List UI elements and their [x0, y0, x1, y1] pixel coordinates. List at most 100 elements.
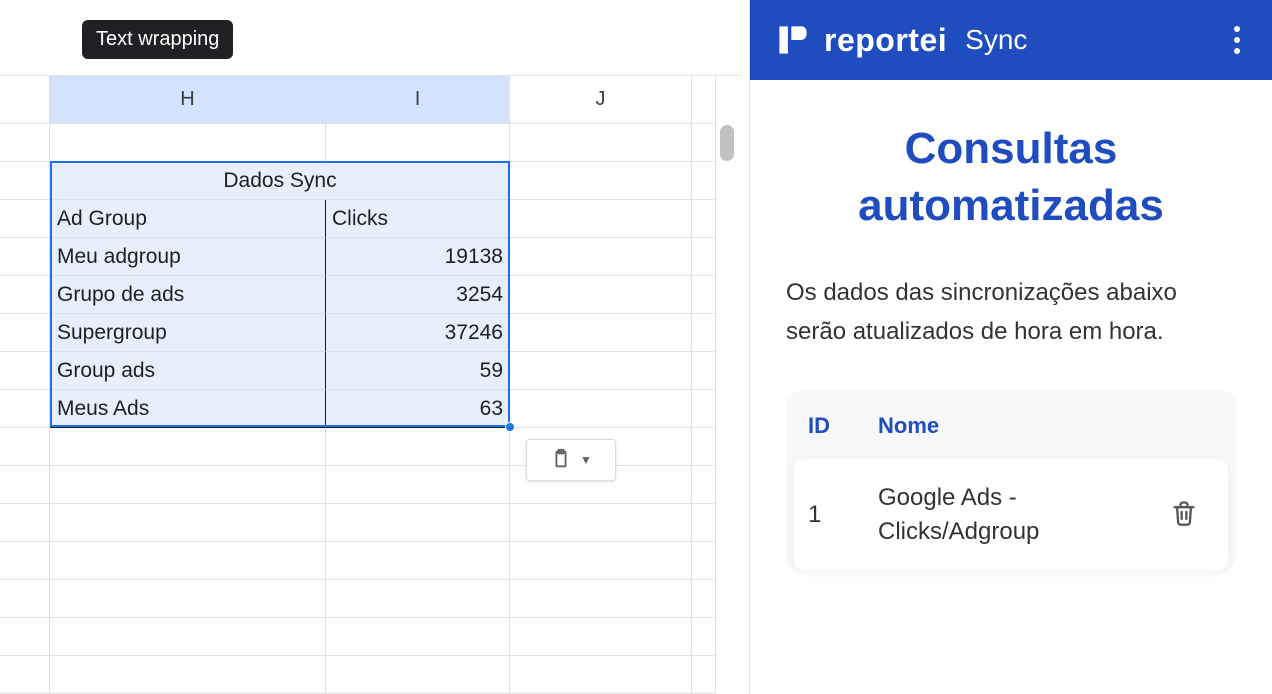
cell[interactable]	[50, 618, 326, 656]
chevron-down-icon: ▼	[580, 453, 592, 467]
cell[interactable]	[326, 466, 510, 504]
cell[interactable]	[692, 428, 716, 466]
query-row[interactable]: 1 Google Ads - Clicks/Adgroup	[794, 459, 1228, 570]
cell[interactable]	[50, 124, 326, 162]
cell-value[interactable]: 37246	[326, 314, 510, 352]
cell[interactable]	[326, 428, 510, 466]
cell[interactable]	[510, 656, 692, 694]
cell[interactable]	[692, 200, 716, 238]
query-id: 1	[808, 501, 878, 529]
brand-name: reportei	[824, 22, 947, 59]
header-adgroup[interactable]: Ad Group	[50, 200, 326, 238]
cell[interactable]	[510, 542, 692, 580]
cell[interactable]	[510, 162, 692, 200]
cell-label[interactable]: Grupo de ads	[50, 276, 326, 314]
cell[interactable]	[692, 314, 716, 352]
query-name: Google Ads - Clicks/Adgroup	[878, 481, 1154, 548]
cell[interactable]	[692, 504, 716, 542]
cell-label[interactable]: Group ads	[50, 352, 326, 390]
cell[interactable]	[692, 390, 716, 428]
cell[interactable]	[510, 352, 692, 390]
brand-sub: Sync	[965, 24, 1027, 56]
row-header[interactable]	[0, 276, 50, 314]
row-header[interactable]	[0, 428, 50, 466]
cell[interactable]	[510, 580, 692, 618]
column-header-h[interactable]: H	[50, 76, 326, 124]
row-header[interactable]	[0, 390, 50, 428]
row-header[interactable]	[0, 504, 50, 542]
cell[interactable]	[510, 618, 692, 656]
vertical-scrollbar[interactable]	[720, 125, 734, 161]
row-header[interactable]	[0, 466, 50, 504]
delete-query-button[interactable]	[1154, 499, 1214, 530]
cell[interactable]	[692, 238, 716, 276]
row-header[interactable]	[0, 352, 50, 390]
cell[interactable]	[510, 314, 692, 352]
cell[interactable]	[326, 618, 510, 656]
cell-label[interactable]: Meus Ads	[50, 390, 326, 428]
cell[interactable]	[510, 504, 692, 542]
cell[interactable]	[326, 580, 510, 618]
query-list: ID Nome 1 Google Ads - Clicks/Adgroup	[786, 391, 1236, 570]
cell-value[interactable]: 3254	[326, 276, 510, 314]
cell[interactable]	[50, 580, 326, 618]
panel-description: Os dados das sincronizações abaixo serão…	[786, 274, 1236, 351]
menu-dots-icon[interactable]	[1228, 20, 1246, 60]
cell[interactable]	[510, 390, 692, 428]
header-clicks[interactable]: Clicks	[326, 200, 510, 238]
row-header[interactable]	[0, 162, 50, 200]
row-header[interactable]	[0, 314, 50, 352]
sheet-grid[interactable]: Dados Sync Ad Group Clicks Meu adgroup 1…	[0, 124, 740, 694]
cell[interactable]	[50, 542, 326, 580]
cell[interactable]	[50, 428, 326, 466]
cell[interactable]	[510, 238, 692, 276]
query-head-id: ID	[808, 413, 878, 439]
row-header[interactable]	[0, 580, 50, 618]
cell[interactable]	[692, 542, 716, 580]
panel-header: reportei Sync	[750, 0, 1272, 80]
panel-title: Consultas automatizadas	[786, 120, 1236, 234]
cell-value[interactable]: 19138	[326, 238, 510, 276]
cell[interactable]	[50, 466, 326, 504]
cell[interactable]	[692, 656, 716, 694]
cell[interactable]	[326, 542, 510, 580]
reportei-panel: reportei Sync Consultas automatizadas Os…	[749, 0, 1272, 694]
cell-label[interactable]: Supergroup	[50, 314, 326, 352]
logo-mark-icon	[776, 20, 810, 60]
cell[interactable]	[692, 466, 716, 504]
cell-value[interactable]: 63	[326, 390, 510, 428]
cell[interactable]	[510, 276, 692, 314]
merged-title-cell[interactable]: Dados Sync	[50, 162, 510, 200]
cell[interactable]	[510, 124, 692, 162]
query-head: ID Nome	[786, 391, 1236, 459]
cell[interactable]	[326, 124, 510, 162]
cell[interactable]	[510, 200, 692, 238]
logo: reportei Sync	[776, 20, 1027, 60]
cell[interactable]	[50, 504, 326, 542]
column-header-j[interactable]: J	[510, 76, 692, 124]
cell[interactable]	[50, 656, 326, 694]
column-header-i[interactable]: I	[326, 76, 510, 124]
cell-value[interactable]: 59	[326, 352, 510, 390]
cell[interactable]	[692, 618, 716, 656]
panel-body: Consultas automatizadas Os dados das sin…	[750, 80, 1272, 618]
cell[interactable]	[692, 352, 716, 390]
row-header[interactable]	[0, 200, 50, 238]
paste-options-button[interactable]: ▼	[526, 439, 616, 481]
row-header[interactable]	[0, 618, 50, 656]
trash-icon	[1170, 499, 1198, 530]
cell[interactable]	[692, 124, 716, 162]
cell[interactable]	[692, 276, 716, 314]
column-header-extra[interactable]	[692, 76, 716, 124]
row-header[interactable]	[0, 542, 50, 580]
cell-label[interactable]: Meu adgroup	[50, 238, 326, 276]
row-header[interactable]	[0, 656, 50, 694]
spreadsheet: H I J Dados Sync Ad Group Clicks Meu adg…	[0, 75, 740, 694]
row-header[interactable]	[0, 238, 50, 276]
cell[interactable]	[326, 504, 510, 542]
row-header[interactable]	[0, 124, 50, 162]
cell[interactable]	[326, 656, 510, 694]
column-header-corner[interactable]	[0, 76, 50, 124]
cell[interactable]	[692, 162, 716, 200]
cell[interactable]	[692, 580, 716, 618]
